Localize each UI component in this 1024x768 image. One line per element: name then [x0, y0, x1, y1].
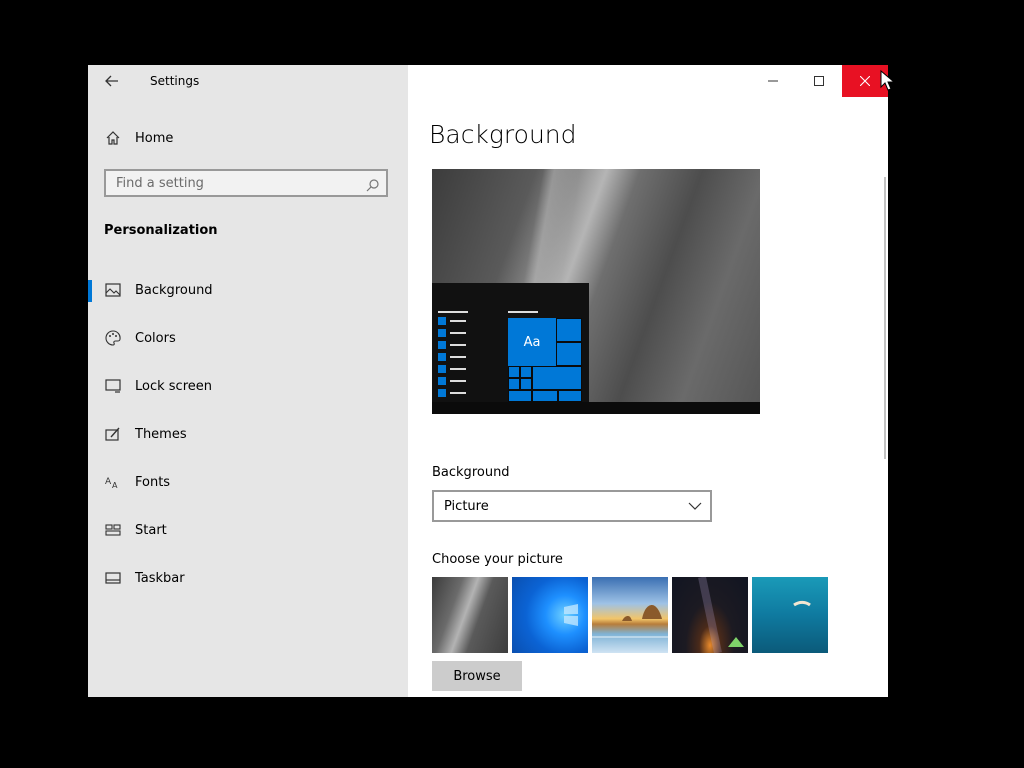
- tent-icon: [698, 577, 744, 653]
- sidebar-item-label: Themes: [135, 426, 187, 442]
- minimize-button[interactable]: [750, 65, 796, 97]
- svg-text:A: A: [105, 477, 112, 487]
- maximize-icon: [814, 76, 824, 86]
- fonts-icon: AA: [104, 473, 122, 491]
- sidebar: Settings Home Personalization Background: [88, 65, 408, 697]
- home-link[interactable]: Home: [88, 120, 408, 156]
- themes-icon: [104, 425, 122, 443]
- taskbar-preview: [432, 402, 760, 414]
- back-button[interactable]: [100, 69, 124, 93]
- sidebar-item-label: Taskbar: [135, 570, 185, 586]
- app-title: Settings: [150, 74, 200, 88]
- page-title: Background: [429, 120, 577, 149]
- scrollbar[interactable]: [884, 177, 886, 459]
- background-preview: Aa: [432, 169, 760, 414]
- sidebar-item-label: Lock screen: [135, 378, 212, 394]
- sidebar-item-label: Start: [135, 522, 167, 538]
- mouse-cursor-icon: [880, 70, 896, 91]
- dropdown-value: Picture: [444, 498, 489, 514]
- sidebar-item-fonts[interactable]: AA Fonts: [88, 464, 408, 500]
- rock-arch-icon: [592, 605, 668, 638]
- sidebar-item-colors[interactable]: Colors: [88, 320, 408, 356]
- choose-picture-label: Choose your picture: [432, 552, 563, 567]
- back-arrow-icon: [105, 75, 118, 87]
- start-icon: [104, 521, 122, 539]
- search-input[interactable]: [106, 171, 366, 195]
- settings-window: Settings Home Personalization Background: [88, 65, 888, 697]
- sidebar-item-background[interactable]: Background: [88, 272, 408, 308]
- picture-thumbnail-underwater[interactable]: [752, 577, 828, 653]
- home-label: Home: [135, 130, 174, 146]
- svg-text:A: A: [112, 481, 118, 489]
- sidebar-item-label: Colors: [135, 330, 176, 346]
- preview-sample-tile: Aa: [508, 318, 556, 366]
- picture-thumbnail-cliff[interactable]: [432, 577, 508, 653]
- chevron-down-icon: [688, 502, 702, 510]
- section-title: Personalization: [104, 223, 218, 238]
- sidebar-item-taskbar[interactable]: Taskbar: [88, 560, 408, 596]
- lock-screen-icon: [104, 377, 122, 395]
- picture-thumbnail-windows[interactable]: [512, 577, 588, 653]
- search-icon[interactable]: [366, 177, 380, 192]
- taskbar-icon: [104, 569, 122, 587]
- close-icon: [860, 76, 870, 86]
- windows-logo-icon: [564, 604, 578, 626]
- picture-icon: [104, 281, 122, 299]
- sidebar-item-lock-screen[interactable]: Lock screen: [88, 368, 408, 404]
- sidebar-item-label: Background: [135, 282, 213, 298]
- picture-thumbnail-night-sky[interactable]: [672, 577, 748, 653]
- maximize-button[interactable]: [796, 65, 842, 97]
- search-box[interactable]: [104, 169, 388, 197]
- browse-button[interactable]: Browse: [432, 661, 522, 691]
- palette-icon: [104, 329, 122, 347]
- background-type-dropdown[interactable]: Picture: [432, 490, 712, 522]
- main-content: Background Aa Background Picture Choose …: [408, 65, 888, 697]
- swimmer-icon: [793, 600, 811, 607]
- minimize-icon: [768, 80, 778, 82]
- sidebar-item-label: Fonts: [135, 474, 171, 490]
- sidebar-item-start[interactable]: Start: [88, 512, 408, 548]
- picture-thumbnail-beach[interactable]: [592, 577, 668, 653]
- background-type-label: Background: [432, 465, 510, 480]
- home-icon: [104, 129, 122, 147]
- sidebar-item-themes[interactable]: Themes: [88, 416, 408, 452]
